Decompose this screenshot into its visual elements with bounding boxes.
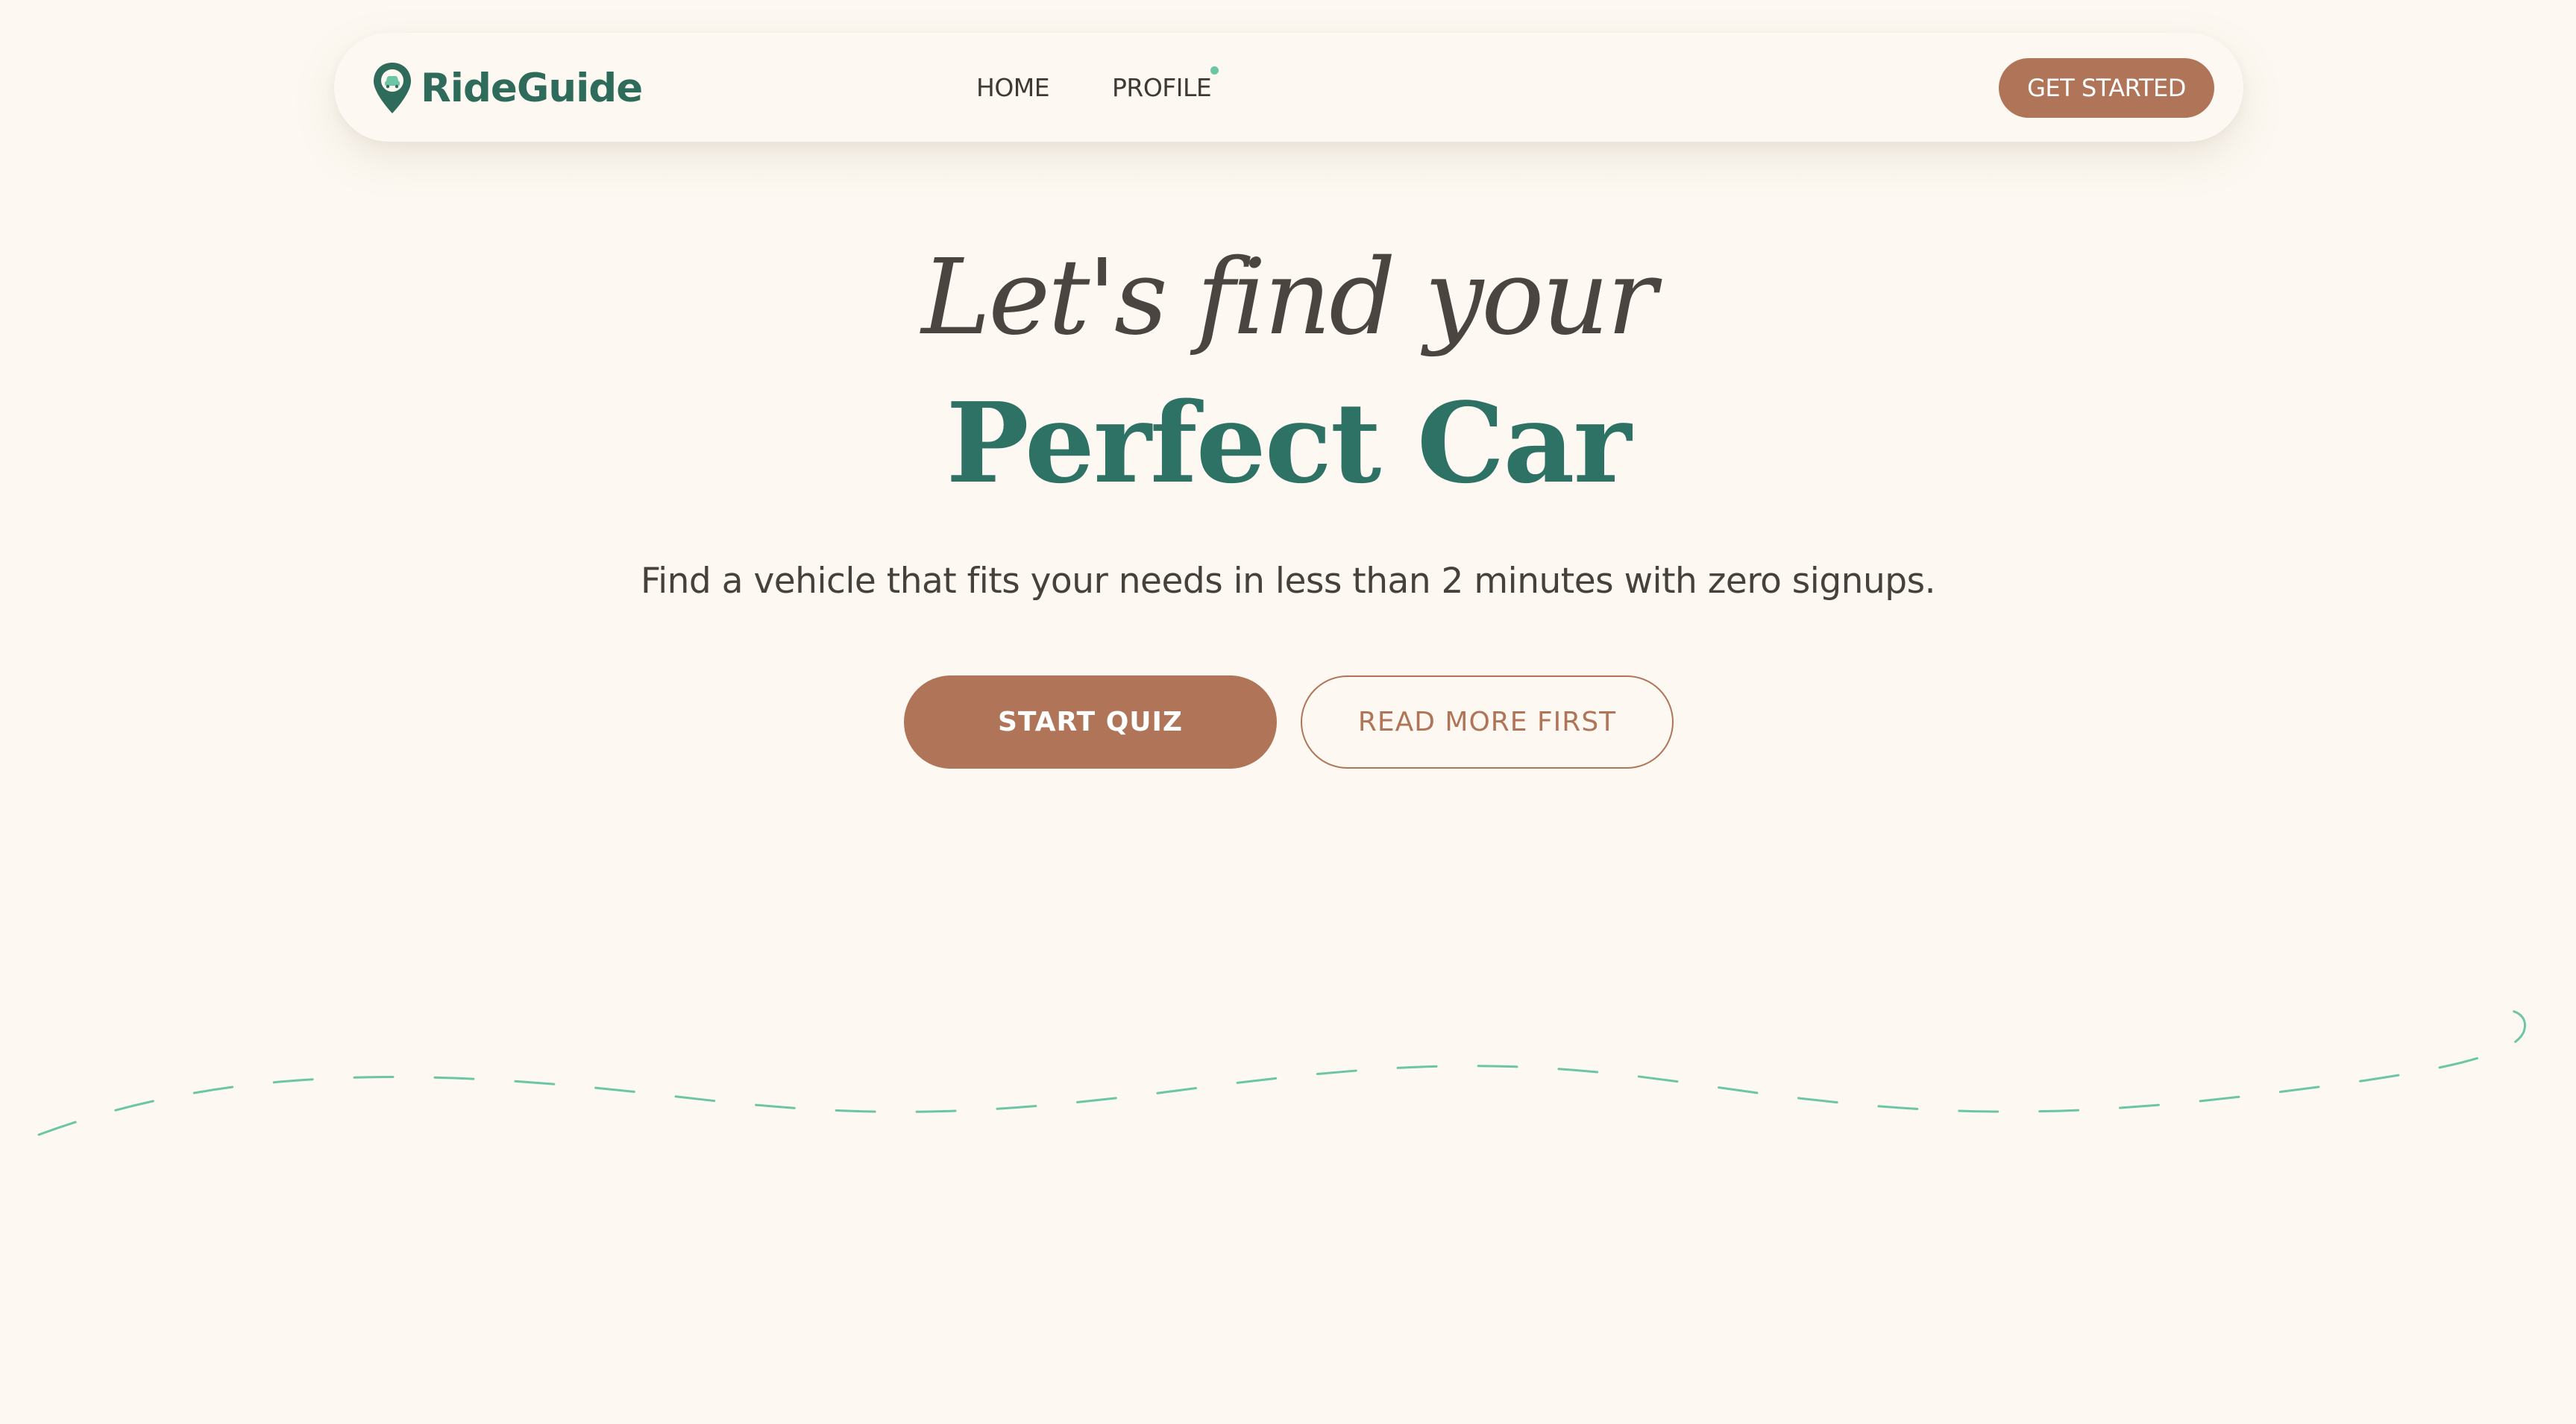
hero-subtitle: Find a vehicle that fits your needs in l… [640,561,1936,602]
navbar: RideGuide HOME PROFILE GET STARTED [334,33,2243,142]
hero-heading-line1: Let's find your [921,237,1656,359]
dashed-road-path [37,1009,2527,1136]
start-quiz-button[interactable]: START QUIZ [904,675,1277,769]
nav-profile-label: PROFILE [1112,72,1212,102]
notification-dot [1210,66,1219,75]
hero-heading-line2: Perfect Car [946,378,1632,508]
read-more-first-button[interactable]: READ MORE FIRST [1301,675,1674,769]
nav-profile-link[interactable]: PROFILE [1112,33,1219,142]
nav-home-link[interactable]: HOME [976,33,1050,142]
logo[interactable]: RideGuide [371,61,643,115]
brand-name: RideGuide [421,65,643,111]
map-pin-car-icon [374,63,411,113]
get-started-button[interactable]: GET STARTED [1999,58,2214,118]
